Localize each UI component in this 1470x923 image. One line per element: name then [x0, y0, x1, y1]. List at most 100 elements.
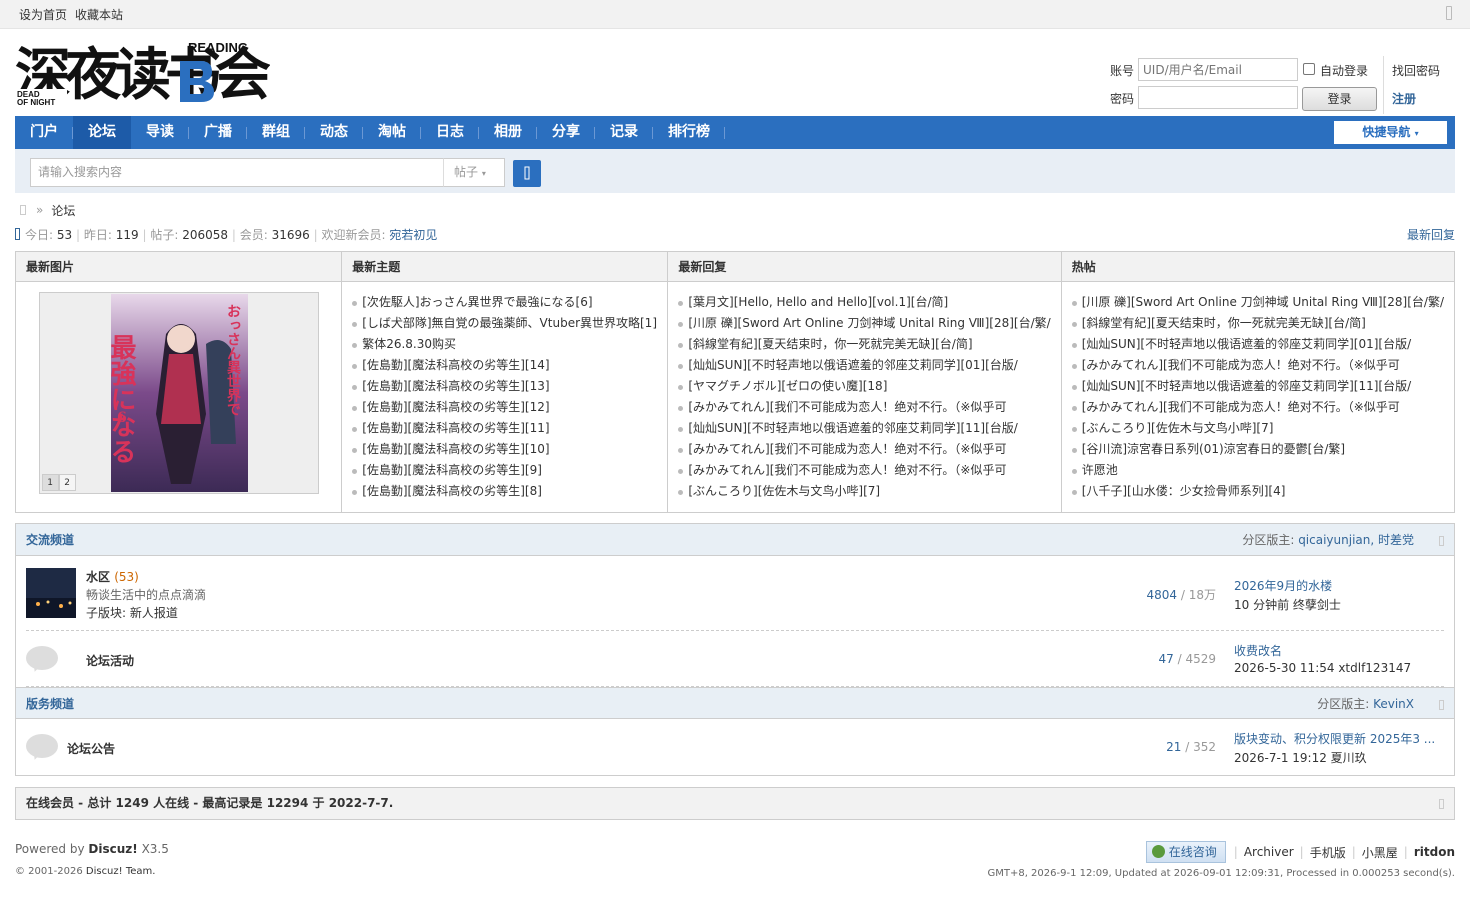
discuz-link[interactable]: Discuz! [88, 842, 137, 856]
list-item[interactable]: [しば犬部隊]無自覚の最強薬師、Vtuber異世界攻略[1] [352, 313, 657, 334]
list-item[interactable]: [灿灿SUN][不时轻声地以俄语遮羞的邻座艾莉同学][01][台版/ [678, 355, 1050, 376]
slideshow-pager: 1 2 [41, 474, 76, 491]
list-item[interactable]: [葉月文][Hello, Hello and Hello][vol.1][台/简… [678, 292, 1050, 313]
list-item[interactable]: [斜線堂有紀][夏天结束时，你一死就完美无缺][台/简] [1071, 313, 1444, 334]
last-post-title[interactable]: 收费改名 [1234, 642, 1411, 659]
list-item[interactable]: [灿灿SUN][不时轻声地以俄语遮羞的邻座艾莉同学][01][台版/ [1071, 334, 1444, 355]
login-button[interactable]: 登录 [1302, 87, 1377, 111]
list-item[interactable]: [川原 礫][Sword Art Online 刀剑神域 Unital Ring… [678, 313, 1051, 334]
latest-pics-column: 最新图片 最強になる おっさん異世界で 6 1 2 [16, 252, 343, 512]
list-item[interactable]: [川原 礫][Sword Art Online 刀剑神域 Unital Ring… [1071, 292, 1444, 313]
nav-item-feed[interactable]: 动态 [305, 116, 363, 149]
forum-name[interactable]: 论坛活动 [86, 652, 134, 669]
list-item[interactable]: [佐島勤][魔法科高校の劣等生][9] [352, 460, 657, 481]
nav-item-share[interactable]: 分享 [537, 116, 595, 149]
last-post-title[interactable]: 2026年9月的水楼 [1234, 577, 1341, 594]
book-cover-image[interactable]: 最強になる おっさん異世界で 6 [110, 294, 248, 492]
category-title[interactable]: 交流频道 [26, 533, 74, 547]
list-item[interactable]: [斜線堂有紀][夏天结束时，你一死就完美无缺][台/简] [678, 334, 1050, 355]
moderator-links[interactable]: KevinX [1373, 697, 1414, 711]
nav-item-forum[interactable]: 论坛 [73, 116, 131, 149]
slideshow[interactable]: 最強になる おっさん異世界で 6 1 2 [38, 292, 319, 494]
search-input[interactable]: 请输入搜索内容 [30, 158, 444, 187]
posts-count: 206058 [182, 228, 229, 242]
chevron-down-icon: ▾ [1414, 129, 1419, 138]
list-item[interactable]: [佐島勤][魔法科高校の劣等生][13] [352, 376, 657, 397]
mobile-link[interactable]: 手机版 [1310, 844, 1346, 861]
list-item[interactable]: [みかみてれん][我们不可能成为恋人！绝对不行。（※似乎可 [1071, 355, 1444, 376]
list-item[interactable]: [佐島勤][魔法科高校の劣等生][8] [352, 481, 657, 502]
list-item[interactable]: [佐島勤][魔法科高校の劣等生][12] [352, 397, 657, 418]
forum-name[interactable]: 论坛公告 [67, 740, 115, 757]
forum-icon[interactable] [26, 568, 76, 618]
list-item[interactable]: [八千子][山水偻：少女捡骨师系列][4] [1071, 481, 1444, 502]
account-label: 账号 [1110, 64, 1135, 78]
forum-name[interactable]: 水区 (53) [86, 568, 139, 585]
online-chat-button[interactable]: 在线咨询 [1145, 841, 1226, 863]
last-post-meta[interactable]: 2026-7-1 19:12 夏川玖 [1234, 749, 1435, 766]
list-item[interactable]: [みかみてれん][我们不可能成为恋人！绝对不行。（※似乎可 [678, 439, 1050, 460]
account-input[interactable] [1138, 58, 1298, 81]
nav-item-ranking[interactable]: 排行榜 [653, 116, 725, 149]
discuz-team-link[interactable]: Discuz! Team. [86, 866, 156, 877]
last-post-meta[interactable]: 2026-5-30 11:54 xtdlf123147 [1234, 661, 1411, 675]
category-title[interactable]: 版务频道 [26, 697, 74, 711]
collapse-icon[interactable] [1439, 700, 1444, 710]
latest-reply-link[interactable]: 最新回复 [1407, 226, 1455, 243]
last-post-title[interactable]: 版块变动、积分权限更新 2025年3 ... [1234, 730, 1435, 747]
new-member-link[interactable]: 宛若初见 [389, 228, 437, 242]
main-nav: 门户 论坛 导读 广播 群组 动态 淘帖 日志 相册 分享 记录 排行榜 快捷导… [15, 116, 1455, 149]
moderator-links[interactable]: qicaiyunjian, 时差党 [1298, 533, 1414, 547]
collapse-icon[interactable] [1439, 799, 1444, 809]
nav-item-album[interactable]: 相册 [479, 116, 537, 149]
archiver-link[interactable]: Archiver [1244, 845, 1294, 859]
list-item[interactable]: [佐島勤][魔法科高校の劣等生][11] [352, 418, 657, 439]
register-link[interactable]: 注册 [1392, 90, 1416, 107]
search-type-select[interactable]: 帖子 ▾ [443, 158, 505, 187]
nav-item-blog[interactable]: 日志 [421, 116, 479, 149]
list-item[interactable]: [みかみてれん][我们不可能成为恋人！绝对不行。（※似乎可 [1071, 397, 1444, 418]
last-post-meta[interactable]: 10 分钟前 终孽剑士 [1234, 596, 1341, 613]
site-name-link[interactable]: ritdon [1414, 845, 1455, 859]
site-logo[interactable]: READING 深夜读书会 DEAD OF NIGHT [15, 39, 270, 106]
find-password-link[interactable]: 找回密码 [1392, 62, 1440, 79]
list-item[interactable]: [佐島勤][魔法科高校の劣等生][14] [352, 355, 657, 376]
list-item[interactable]: [ぶんころり][佐佐木与文鸟小哔][7] [678, 481, 1050, 502]
breadcrumb-current[interactable]: 论坛 [51, 202, 75, 219]
search-button[interactable] [513, 160, 541, 187]
home-icon[interactable] [20, 205, 26, 215]
set-home-link[interactable]: 设为首页 [19, 6, 67, 23]
members-count: 31696 [271, 228, 310, 242]
online-members-bar[interactable]: 在线会员 - 总计 1249 人在线 - 最高记录是 12294 于 2022-… [15, 787, 1455, 820]
quick-nav-button[interactable]: 快捷导航 ▾ [1334, 121, 1447, 144]
password-input[interactable] [1138, 86, 1298, 109]
list-item[interactable]: 许愿池 [1071, 460, 1444, 481]
today-count: 53 [56, 228, 73, 242]
list-item[interactable]: [谷川流]涼宮春日系列(01)涼宮春日的憂鬱[台/繁] [1071, 439, 1444, 460]
stats-icon [15, 228, 20, 240]
slide-page-1[interactable]: 1 [41, 474, 59, 491]
nav-item-groups[interactable]: 群组 [247, 116, 305, 149]
nav-item-portal[interactable]: 门户 [15, 116, 73, 149]
subforum-list[interactable]: 子版块: 新人报道 [86, 604, 178, 621]
list-item[interactable]: [灿灿SUN][不时轻声地以俄语遮羞的邻座艾莉同学][11][台版/ [678, 418, 1050, 439]
auto-login-checkbox[interactable] [1303, 63, 1315, 75]
list-item[interactable]: 繁体26.8.30购买 [352, 334, 657, 355]
nav-item-collection[interactable]: 淘帖 [363, 116, 421, 149]
list-item[interactable]: [ヤマグチノボル][ゼロの使い魔][18] [678, 376, 1050, 397]
nav-item-guide[interactable]: 导读 [131, 116, 189, 149]
blacklist-link[interactable]: 小黑屋 [1362, 844, 1398, 861]
list-item[interactable]: [みかみてれん][我们不可能成为恋人！绝对不行。（※似乎可 [678, 460, 1050, 481]
list-item[interactable]: [次佐駆人]おっさん異世界で最強になる[6] [352, 292, 657, 313]
nav-item-broadcast[interactable]: 广播 [189, 116, 247, 149]
list-item[interactable]: [灿灿SUN][不时轻声地以俄语遮羞的邻座艾莉同学][11][台版/ [1071, 376, 1444, 397]
slide-page-2[interactable]: 2 [58, 474, 76, 491]
nav-item-records[interactable]: 记录 [595, 116, 653, 149]
latest-pics-title: 最新图片 [16, 252, 342, 282]
list-item[interactable]: [ぶんころり][佐佐木与文鸟小哔][7] [1071, 418, 1444, 439]
list-item[interactable]: [みかみてれん][我们不可能成为恋人！绝对不行。（※似乎可 [678, 397, 1050, 418]
list-item[interactable]: [佐島勤][魔法科高校の劣等生][10] [352, 439, 657, 460]
expand-icon[interactable] [1446, 6, 1452, 20]
bookmark-link[interactable]: 收藏本站 [75, 6, 123, 23]
collapse-icon[interactable] [1439, 536, 1444, 546]
